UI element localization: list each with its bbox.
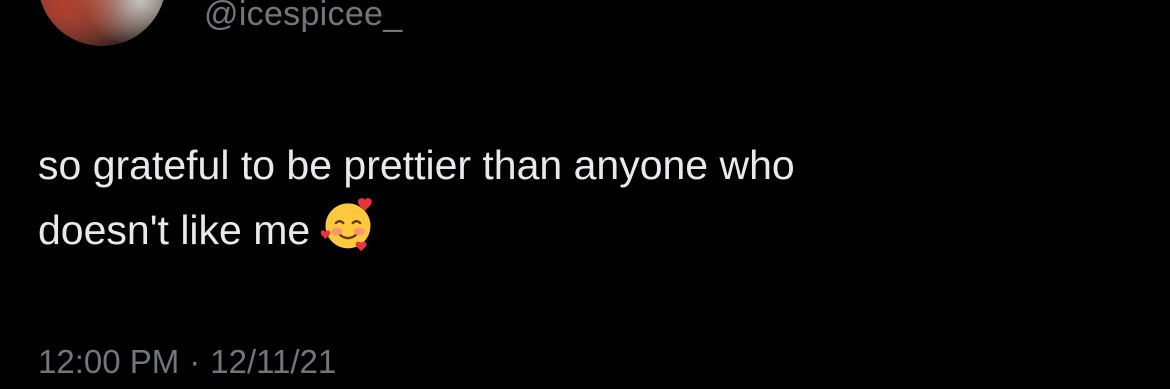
avatar[interactable] (38, 0, 166, 46)
tweet-time[interactable]: 12:00 PM (38, 343, 179, 380)
tweet-text-line-2: doesn't like me (38, 207, 311, 253)
tweet-text-line-1: so grateful to be prettier than anyone w… (38, 142, 795, 188)
tweet-text: so grateful to be prettier than anyone w… (38, 136, 1118, 259)
smiling-face-with-hearts-icon (320, 198, 372, 252)
meta-separator: · (189, 343, 201, 380)
author-handle[interactable]: @icespicee_ (204, 0, 402, 36)
tweet-date[interactable]: 12/11/21 (210, 343, 336, 380)
tweet-meta: 12:00 PM · 12/11/21 (38, 340, 336, 384)
avatar-image (38, 0, 166, 46)
